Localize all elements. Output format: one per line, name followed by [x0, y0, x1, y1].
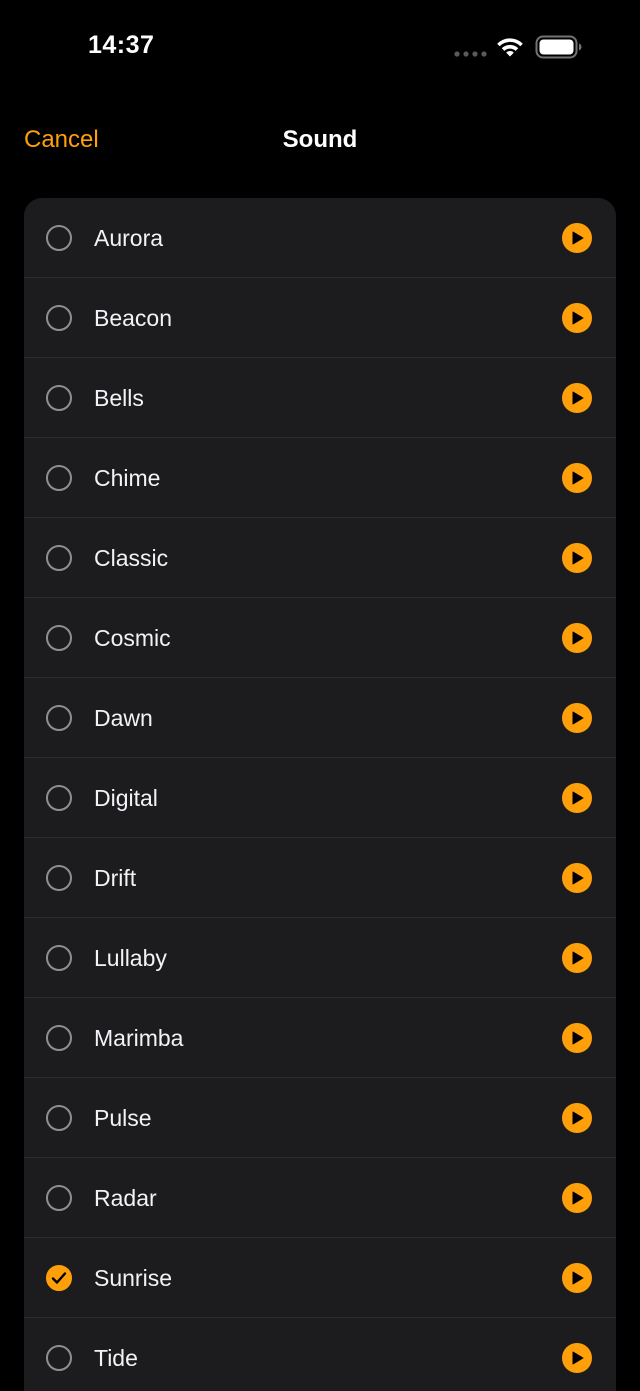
wifi-icon — [497, 38, 523, 57]
play-icon — [572, 1271, 584, 1285]
radio-circle-icon[interactable] — [46, 945, 72, 971]
sound-label: Bells — [94, 385, 144, 411]
play-button[interactable] — [562, 1263, 592, 1293]
sound-label: Sunrise — [94, 1265, 172, 1291]
play-button[interactable] — [562, 463, 592, 493]
page-title: Sound — [282, 126, 358, 153]
sound-row[interactable]: Marimba — [24, 998, 616, 1078]
play-icon — [572, 551, 584, 565]
play-button[interactable] — [562, 383, 592, 413]
sound-label: Classic — [94, 545, 169, 571]
radio-circle-icon[interactable] — [46, 1185, 72, 1211]
sound-row[interactable]: Classic — [24, 518, 616, 598]
play-button[interactable] — [562, 703, 592, 733]
sound-label: Digital — [94, 785, 158, 811]
play-button[interactable] — [562, 943, 592, 973]
sound-row[interactable]: Tide — [24, 1318, 616, 1391]
play-button[interactable] — [562, 1103, 592, 1133]
sound-label: Aurora — [94, 225, 164, 251]
sound-label: Beacon — [94, 305, 173, 331]
sound-row[interactable]: Dawn — [24, 678, 616, 758]
play-button[interactable] — [562, 223, 592, 253]
radio-circle-icon[interactable] — [46, 1345, 72, 1371]
sound-row[interactable]: Sunrise — [24, 1238, 616, 1318]
play-icon — [572, 631, 584, 645]
radio-circle-icon[interactable] — [46, 865, 72, 891]
status-time: 14:37 — [88, 31, 155, 59]
sound-row[interactable]: Chime — [24, 438, 616, 518]
sound-row[interactable]: Pulse — [24, 1078, 616, 1158]
play-icon — [572, 871, 584, 885]
sound-label: Pulse — [94, 1105, 152, 1131]
play-icon — [572, 1031, 584, 1045]
play-button[interactable] — [562, 543, 592, 573]
play-icon — [572, 791, 584, 805]
sound-row[interactable]: Cosmic — [24, 598, 616, 678]
sound-row[interactable]: Beacon — [24, 278, 616, 358]
sound-label: Marimba — [94, 1025, 184, 1051]
radio-circle-icon[interactable] — [46, 785, 72, 811]
play-icon — [572, 391, 584, 405]
sound-label: Chime — [94, 465, 161, 491]
play-button[interactable] — [562, 1183, 592, 1213]
play-icon — [572, 231, 584, 245]
play-button[interactable] — [562, 1023, 592, 1053]
play-icon — [572, 1351, 584, 1365]
play-icon — [572, 1111, 584, 1125]
sound-row[interactable]: Lullaby — [24, 918, 616, 998]
sound-label: Lullaby — [94, 945, 167, 971]
sound-row[interactable]: Aurora — [24, 198, 616, 278]
play-button[interactable] — [562, 303, 592, 333]
nav-bar: Cancel Sound — [0, 100, 640, 180]
checkmark-icon — [51, 1272, 67, 1284]
checked-radio-icon[interactable] — [46, 1265, 72, 1291]
battery-icon — [535, 35, 582, 59]
radio-circle-icon[interactable] — [46, 625, 72, 651]
sound-list: Aurora Beacon Bells Chime Classic Cosmic Dawn D… — [24, 198, 616, 1391]
play-button[interactable] — [562, 623, 592, 653]
play-icon — [572, 1191, 584, 1205]
play-button[interactable] — [562, 783, 592, 813]
play-button[interactable] — [562, 1343, 592, 1373]
sound-row[interactable]: Bells — [24, 358, 616, 438]
sound-label: Tide — [94, 1345, 138, 1371]
radio-circle-icon[interactable] — [46, 225, 72, 251]
play-icon — [572, 471, 584, 485]
play-icon — [572, 951, 584, 965]
radio-circle-icon[interactable] — [46, 545, 72, 571]
status-bar: 14:37 — [0, 0, 640, 92]
signal-dots-icon — [454, 51, 487, 57]
play-button[interactable] — [562, 863, 592, 893]
sound-label: Drift — [94, 865, 137, 891]
sound-label: Dawn — [94, 705, 153, 731]
radio-circle-icon[interactable] — [46, 1105, 72, 1131]
radio-circle-icon[interactable] — [46, 305, 72, 331]
sound-row[interactable]: Radar — [24, 1158, 616, 1238]
play-icon — [572, 711, 584, 725]
sound-label: Cosmic — [94, 625, 171, 651]
sound-row[interactable]: Digital — [24, 758, 616, 838]
sound-label: Radar — [94, 1185, 157, 1211]
radio-circle-icon[interactable] — [46, 705, 72, 731]
radio-circle-icon[interactable] — [46, 385, 72, 411]
radio-circle-icon[interactable] — [46, 465, 72, 491]
radio-circle-icon[interactable] — [46, 1025, 72, 1051]
play-icon — [572, 311, 584, 325]
sound-row[interactable]: Drift — [24, 838, 616, 918]
